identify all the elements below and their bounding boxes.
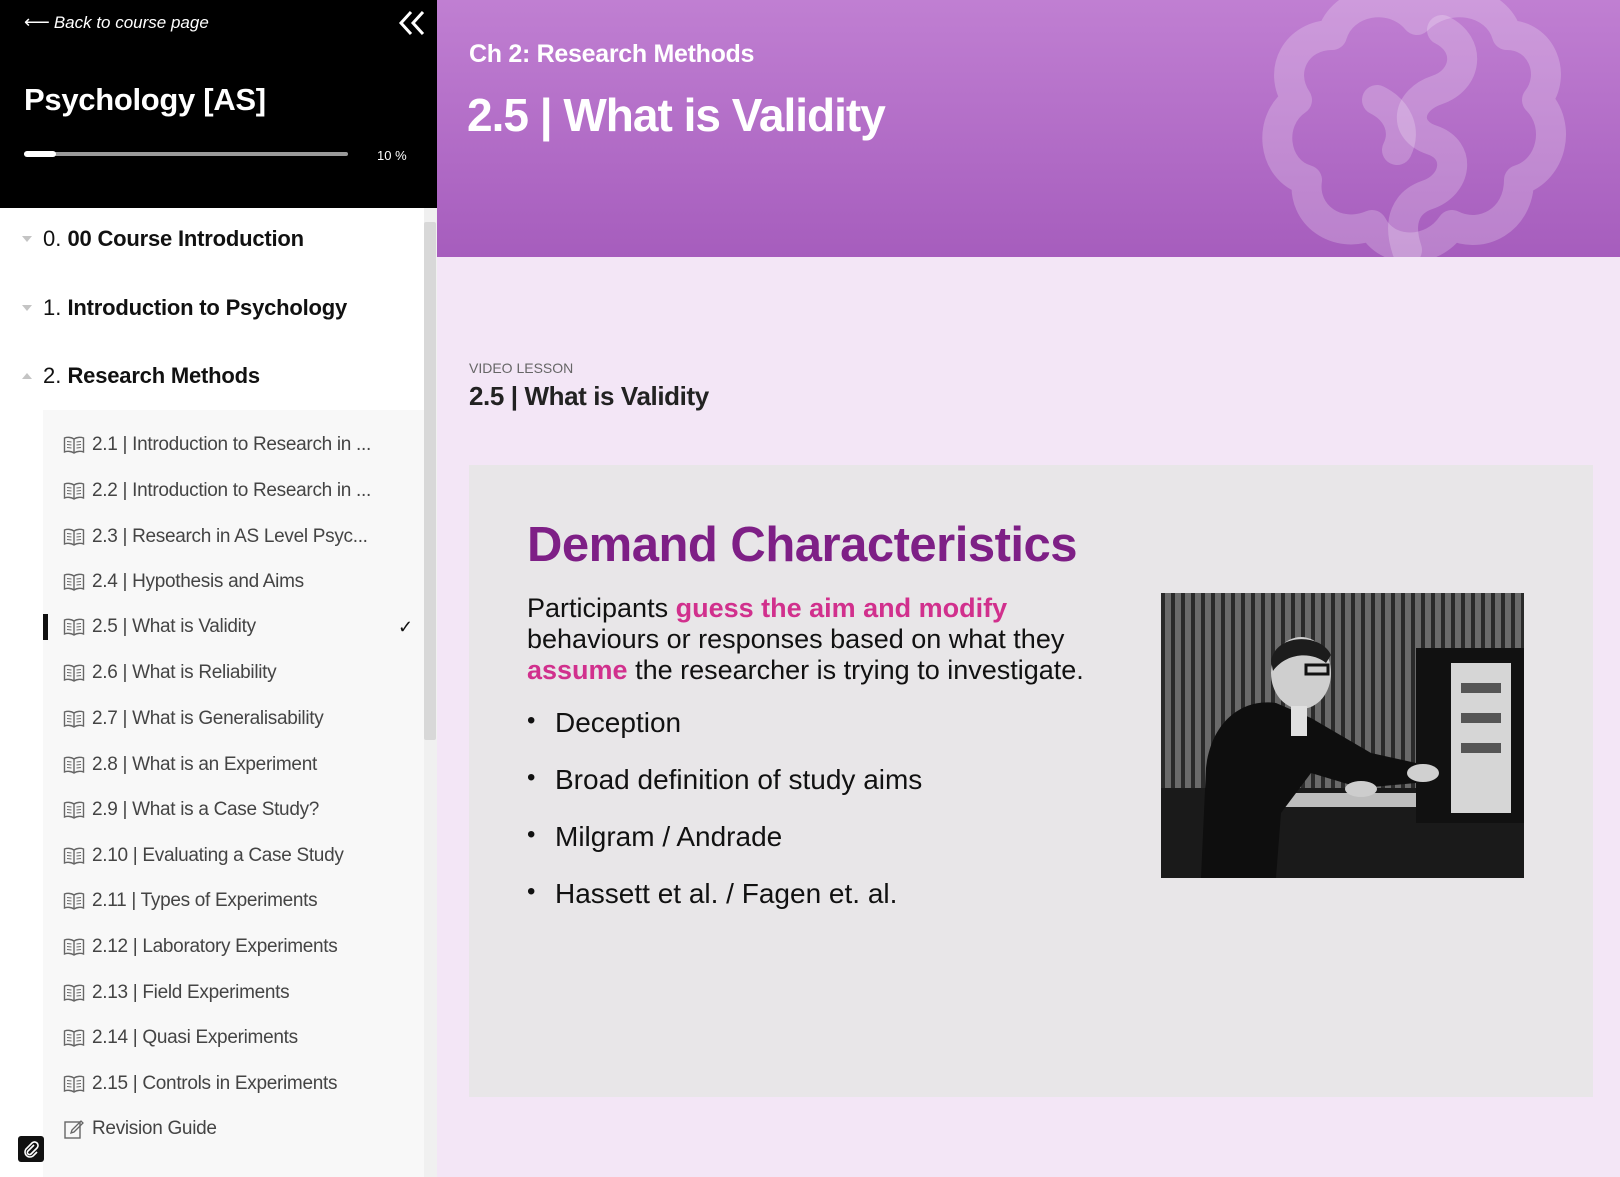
lesson-label: Revision Guide [92,1118,217,1139]
section-research-methods[interactable]: 2. Research Methods [0,351,424,401]
highlight-text: guess the aim and modify [675,593,1008,623]
course-sidebar: ⟵ Back to course page Psychology [AS] 10… [0,0,437,1177]
section-number: 2. Research Methods [43,363,260,388]
lesson-item[interactable]: 2.11 | Types of Experiments [43,881,424,921]
book-icon [63,664,85,682]
lesson-label: 2.14 | Quasi Experiments [92,1027,298,1048]
lesson-label: 2.6 | What is Reliability [92,662,277,683]
lesson-label: 2.13 | Field Experiments [92,982,290,1003]
slide-title: Demand Characteristics [527,518,1078,572]
lesson-label: 2.8 | What is an Experiment [92,754,317,775]
book-icon [63,436,85,454]
lesson-label: 2.10 | Evaluating a Case Study [92,845,344,866]
lesson-item[interactable]: 2.14 | Quasi Experiments [43,1018,424,1058]
book-icon [63,1075,85,1093]
banner-lesson-title: 2.5 | What is Validity [467,89,886,141]
lesson-item[interactable]: 2.7 | What is Generalisability [43,699,424,739]
slide-bullet-list: • Deception • Broad definition of study ai… [527,707,922,935]
lesson-item[interactable]: 2.13 | Field Experiments [43,973,424,1013]
attachments-button[interactable] [18,1136,44,1162]
lesson-item[interactable]: 2.4 | Hypothesis and Aims [43,562,424,602]
book-icon [63,847,85,865]
section-course-introduction[interactable]: 0. 00 Course Introduction [0,214,424,264]
bullet-item: • Hassett et al. / Fagen et. al. [527,878,898,909]
lesson-label: 2.5 | What is Validity [92,616,256,637]
section-number: 1. Introduction to Psychology [43,295,348,320]
section-introduction-to-psychology[interactable]: 1. Introduction to Psychology [0,283,424,333]
arrow-left-icon: ⟵ [24,12,50,32]
double-chevron-left-icon [398,10,425,36]
lesson-label: 2.2 | Introduction to Research in ... [92,480,371,501]
book-icon [63,710,85,728]
book-icon [63,618,85,636]
section-number: 0. 00 Course Introduction [43,226,304,251]
lesson-item[interactable]: 2.15 | Controls in Experiments [43,1064,424,1104]
lesson-item[interactable]: 2.10 | Evaluating a Case Study [43,836,424,876]
lesson-type-label: VIDEO LESSON [469,360,574,376]
book-icon [63,1029,85,1047]
lesson-item[interactable]: 2.6 | What is Reliability [43,653,424,693]
book-icon [63,938,85,956]
book-icon [63,756,85,774]
lesson-label: 2.12 | Laboratory Experiments [92,936,338,957]
slide-paragraph: Participants guess the aim and modify be… [527,593,1084,685]
lesson-list: 2.1 | Introduction to Research in ... 2.2… [43,410,424,1177]
caret-down-icon [22,236,32,242]
caret-down-icon [22,305,32,311]
lesson-label: 2.3 | Research in AS Level Psyc... [92,526,368,547]
book-icon [63,984,85,1002]
progress-fill [24,151,57,157]
section-title: 00 Course Introduction [67,226,304,251]
revision-guide-item[interactable]: Revision Guide [43,1109,424,1149]
checkmark-icon: ✓ [398,616,414,637]
course-title: Psychology [AS] [24,82,266,117]
lesson-item[interactable]: 2.9 | What is a Case Study? [43,790,424,830]
bullet-item: • Milgram / Andrade [527,821,783,852]
bullet-item: • Deception [527,707,682,738]
lesson-label: 2.4 | Hypothesis and Aims [92,571,304,592]
book-icon [63,801,85,819]
sidebar-header: ⟵ Back to course page Psychology [AS] 10… [0,0,437,208]
back-link-label: Back to course page [53,12,209,32]
caret-up-icon [22,373,32,379]
lesson-label: 2.1 | Introduction to Research in ... [92,434,371,455]
book-icon [63,892,85,910]
book-icon [63,528,85,546]
lesson-label: 2.7 | What is Generalisability [92,708,324,729]
lesson-item[interactable]: 2.1 | Introduction to Research in ... [43,425,424,465]
lesson-item[interactable]: 2.12 | Laboratory Experiments [43,927,424,967]
chapter-banner: Ch 2: Research Methods 2.5 | What is Val… [437,0,1620,257]
researcher-photo [1161,593,1524,878]
lesson-item[interactable]: 2.5 | What is Validity ✓ [43,607,424,647]
lesson-item[interactable]: 2.2 | Introduction to Research in ... [43,471,424,511]
book-icon [63,482,85,500]
collapse-sidebar-button[interactable] [396,8,428,38]
active-lesson-indicator [43,614,48,640]
video-player[interactable]: Demand Characteristics Participants gues… [469,465,1593,1097]
progress-percent: 10 % [377,148,407,163]
book-icon [63,573,85,591]
highlight-text: assume [527,655,628,685]
lesson-item[interactable]: 2.8 | What is an Experiment [43,745,424,785]
edit-icon [63,1120,85,1139]
chapter-label: Ch 2: Research Methods [469,40,755,68]
bullet-item: • Broad definition of study aims [527,764,923,795]
lesson-label: 2.11 | Types of Experiments [92,890,318,911]
section-title: Introduction to Psychology [67,295,348,320]
sidebar-scrollbar-thumb[interactable] [424,222,436,740]
paperclip-icon [24,1141,39,1158]
section-title: Research Methods [67,363,260,388]
lesson-label: 2.15 | Controls in Experiments [92,1073,338,1094]
lesson-label: 2.9 | What is a Case Study? [92,799,320,820]
brain-icon [1262,0,1566,257]
lesson-item[interactable]: 2.3 | Research in AS Level Psyc... [43,517,424,557]
course-progress-bar [24,151,348,157]
back-to-course-link[interactable]: ⟵ Back to course page [24,12,209,33]
lesson-title: 2.5 | What is Validity [469,381,709,411]
